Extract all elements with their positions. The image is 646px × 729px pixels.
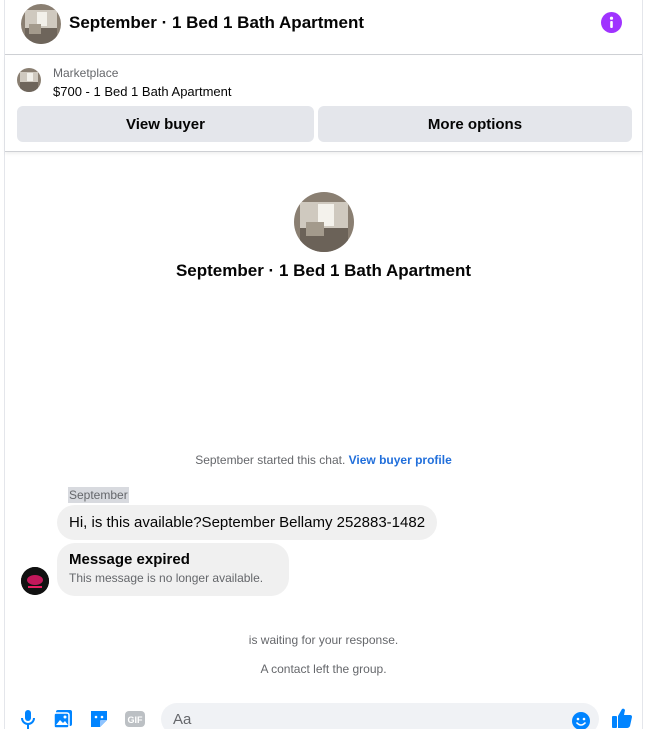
marketplace-label: Marketplace — [53, 66, 119, 80]
photo-icon[interactable] — [52, 708, 74, 729]
listing-thumbnail[interactable] — [17, 68, 41, 92]
microphone-icon[interactable] — [17, 708, 39, 729]
more-options-button[interactable]: More options — [318, 106, 632, 142]
composer: GIF Aa — [5, 700, 642, 729]
gif-label: GIF — [128, 715, 144, 725]
chat-started-text: September started this chat. — [195, 453, 346, 467]
expired-title: Message expired — [69, 551, 190, 568]
chat-started-notice: September started this chat. View buyer … — [5, 453, 642, 467]
info-icon[interactable] — [601, 12, 622, 33]
sender-avatar[interactable] — [21, 567, 49, 595]
message-input[interactable]: Aa — [161, 703, 599, 729]
contact-left-notice: A contact left the group. — [260, 662, 387, 676]
message-bubble[interactable]: Hi, is this available?September Bellamy … — [57, 505, 438, 540]
marketplace-panel: Marketplace $700 - 1 Bed 1 Bath Apartmen… — [5, 56, 642, 152]
view-buyer-button[interactable]: View buyer — [17, 106, 314, 142]
intro-title: September · 1 Bed 1 Bath Apartment — [175, 261, 472, 280]
emoji-icon[interactable] — [571, 711, 591, 729]
listing-price-title[interactable]: $700 - 1 Bed 1 Bath Apartment — [53, 84, 232, 99]
chat-header: September · 1 Bed 1 Bath Apartment — [5, 0, 642, 55]
expired-subtitle: This message is no longer available. — [69, 571, 264, 585]
sender-name: September — [68, 487, 129, 503]
expired-message-bubble[interactable]: Message expired This message is no longe… — [57, 543, 289, 596]
chat-window: September · 1 Bed 1 Bath Apartment Marke… — [4, 0, 643, 729]
message-placeholder: Aa — [173, 711, 192, 728]
chat-title: September · 1 Bed 1 Bath Apartment — [69, 13, 365, 32]
gif-icon[interactable]: GIF — [124, 708, 146, 729]
waiting-notice: is waiting for your response. — [248, 633, 399, 647]
view-buyer-profile-link[interactable]: View buyer profile — [349, 453, 452, 467]
sticker-icon[interactable] — [88, 708, 110, 729]
listing-avatar[interactable] — [21, 4, 61, 44]
thumbs-up-icon[interactable] — [610, 706, 632, 728]
intro-listing-avatar — [294, 192, 354, 252]
